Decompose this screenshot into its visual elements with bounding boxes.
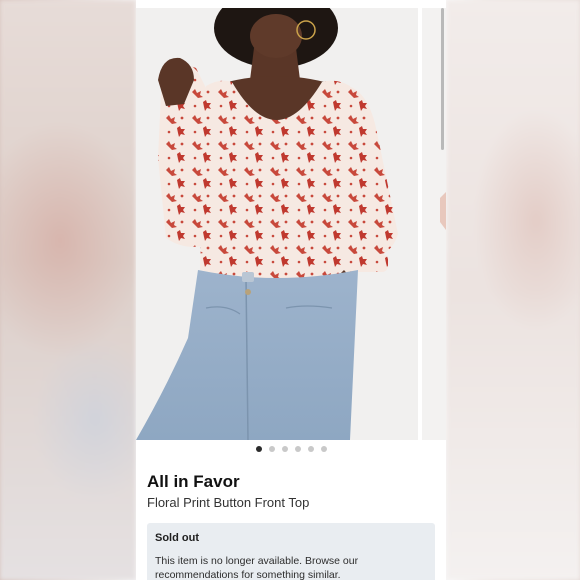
blurred-background-right: [446, 0, 580, 580]
page-scrollbar[interactable]: [441, 8, 444, 150]
product-page-screenshot: All in Favor Floral Print Button Front T…: [136, 0, 446, 580]
gallery-dot-2[interactable]: [268, 446, 275, 452]
blurred-background-left: [0, 0, 136, 580]
sold-out-message: This item is no longer available. Browse…: [155, 555, 359, 580]
model-wearing-top-image: [136, 8, 418, 440]
gallery-dot-5[interactable]: [307, 446, 314, 452]
sold-out-notice: Sold out This item is no longer availabl…: [147, 523, 435, 580]
gallery-dot-4[interactable]: [294, 446, 301, 452]
sold-out-title: Sold out: [155, 532, 199, 544]
gallery-pagination-dots: [136, 446, 446, 454]
gallery-dot-1[interactable]: [255, 446, 262, 452]
product-photo[interactable]: [136, 8, 418, 440]
gallery-dot-6[interactable]: [320, 446, 327, 452]
brand-name[interactable]: All in Favor: [147, 472, 240, 492]
product-title: Floral Print Button Front Top: [147, 495, 310, 510]
gallery-dot-3[interactable]: [281, 446, 288, 452]
